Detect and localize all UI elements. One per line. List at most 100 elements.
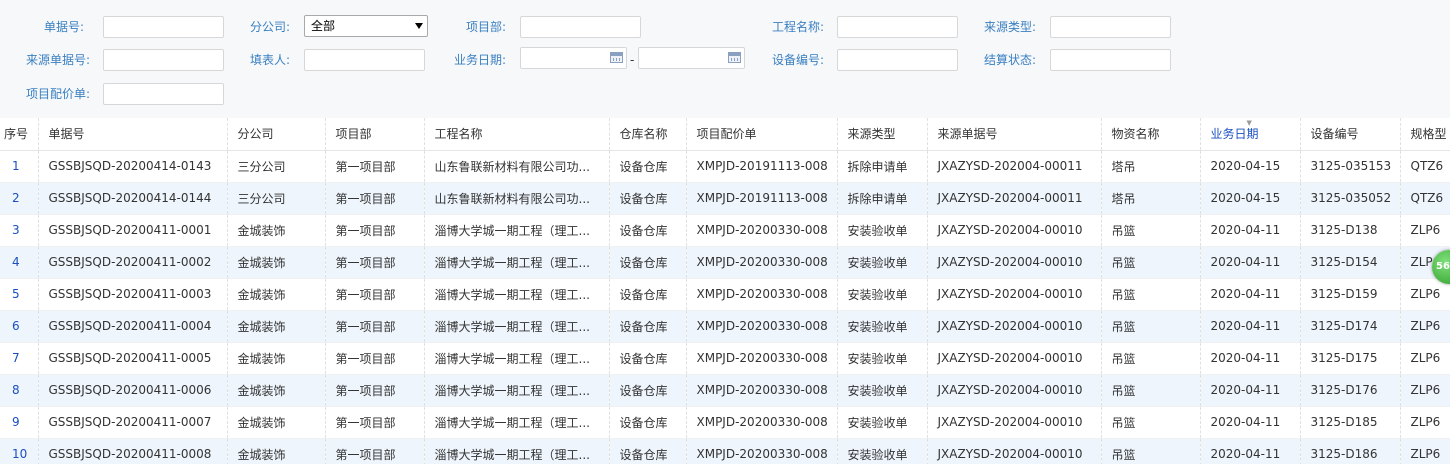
- column-header[interactable]: 仓库名称: [609, 118, 687, 151]
- table-cell: 淄博大学城一期工程（理工...: [424, 246, 610, 279]
- table-cell: 设备仓库: [609, 342, 687, 375]
- table-cell: 第一项目部: [325, 278, 425, 311]
- row-index[interactable]: 5: [0, 278, 39, 311]
- column-header[interactable]: 规格型: [1400, 118, 1450, 151]
- column-header[interactable]: 分公司: [227, 118, 326, 151]
- column-header[interactable]: 项目部: [325, 118, 425, 151]
- table-cell: 第一项目部: [325, 182, 425, 215]
- column-header[interactable]: 序号: [0, 118, 39, 151]
- source-doc-no-input[interactable]: [103, 49, 224, 71]
- table-cell: QTZ6: [1400, 150, 1450, 183]
- column-header[interactable]: 物资名称: [1101, 118, 1201, 151]
- row-index[interactable]: 9: [0, 406, 39, 439]
- price-list-input[interactable]: [103, 83, 224, 105]
- column-header[interactable]: 工程名称: [424, 118, 610, 151]
- column-header[interactable]: 来源单据号: [927, 118, 1102, 151]
- table-cell: 第一项目部: [325, 150, 425, 183]
- doc-no-input[interactable]: [103, 16, 224, 38]
- table-cell: 淄博大学城一期工程（理工...: [424, 438, 610, 464]
- table-cell: 3125-D154: [1300, 246, 1401, 279]
- table-cell: 设备仓库: [609, 310, 687, 343]
- row-index[interactable]: 3: [0, 214, 39, 247]
- table-cell: XMPJD-20191113-008: [686, 150, 838, 183]
- table-cell: 金城装饰: [227, 438, 326, 464]
- table-cell: 3125-D138: [1300, 214, 1401, 247]
- column-header[interactable]: 设备编号: [1300, 118, 1401, 151]
- settlement-status-input[interactable]: [1050, 49, 1171, 71]
- table-row[interactable]: 2 GSSBJSQD-20200414-0144 三分公司 第一项目部 山东鲁联新材料有…: [0, 182, 1450, 215]
- table-cell: XMPJD-20200330-008: [686, 278, 838, 311]
- table-cell: JXAZYSD-202004-00011: [927, 150, 1102, 183]
- table-cell: 设备仓库: [609, 438, 687, 464]
- table-cell: QTZ6: [1400, 182, 1450, 215]
- table-cell: 金城装饰: [227, 406, 326, 439]
- row-index[interactable]: 10: [0, 438, 39, 464]
- table-cell: 第一项目部: [325, 310, 425, 343]
- table-cell: 3125-D185: [1300, 406, 1401, 439]
- table-row[interactable]: 3 GSSBJSQD-20200411-0001 金城装饰 第一项目部 淄博大学城一期工…: [0, 214, 1450, 247]
- table-row[interactable]: 8 GSSBJSQD-20200411-0006 金城装饰 第一项目部 淄博大学城一期工…: [0, 374, 1450, 407]
- project-dept-label: 项目部:: [465, 20, 506, 34]
- table-cell: 吊篮: [1101, 374, 1201, 407]
- table-cell: 吊篮: [1101, 278, 1201, 311]
- table-cell: 设备仓库: [609, 182, 687, 215]
- column-header[interactable]: 业务日期 ▼: [1200, 118, 1301, 151]
- filler-input[interactable]: [304, 49, 425, 71]
- row-index[interactable]: 6: [0, 310, 39, 343]
- table-cell: GSSBJSQD-20200414-0143: [38, 150, 228, 183]
- table-row[interactable]: 5 GSSBJSQD-20200411-0003 金城装饰 第一项目部 淄博大学城一期工…: [0, 278, 1450, 311]
- project-name-input[interactable]: [837, 16, 958, 38]
- sort-indicator-icon: ▼: [1246, 119, 1252, 127]
- table-row[interactable]: 6 GSSBJSQD-20200411-0004 金城装饰 第一项目部 淄博大学城一期工…: [0, 310, 1450, 343]
- table-cell: GSSBJSQD-20200411-0007: [38, 406, 228, 439]
- table-cell: XMPJD-20191113-008: [686, 182, 838, 215]
- branch-select[interactable]: 全部: [304, 15, 428, 37]
- table-cell: 金城装饰: [227, 214, 326, 247]
- doc-no-label: 单据号:: [43, 20, 84, 34]
- table-cell: 山东鲁联新材料有限公司功...: [424, 150, 610, 183]
- row-index[interactable]: 2: [0, 182, 39, 215]
- table-row[interactable]: 7 GSSBJSQD-20200411-0005 金城装饰 第一项目部 淄博大学城一期工…: [0, 342, 1450, 375]
- table-cell: 2020-04-11: [1200, 438, 1301, 464]
- row-index[interactable]: 1: [0, 150, 39, 183]
- equipment-no-label: 设备编号:: [771, 53, 824, 67]
- table-cell: 第一项目部: [325, 406, 425, 439]
- source-type-input[interactable]: [1050, 16, 1171, 38]
- table-cell: 3125-D176: [1300, 374, 1401, 407]
- business-date-to[interactable]: [638, 47, 745, 69]
- source-doc-no-label: 来源单据号:: [25, 53, 90, 67]
- table-cell: 山东鲁联新材料有限公司功...: [424, 182, 610, 215]
- project-name-label: 工程名称:: [771, 20, 824, 34]
- row-index[interactable]: 7: [0, 342, 39, 375]
- project-dept-input[interactable]: [520, 16, 641, 38]
- row-index[interactable]: 4: [0, 246, 39, 279]
- table-cell: 2020-04-11: [1200, 310, 1301, 343]
- column-header[interactable]: 项目配价单: [686, 118, 838, 151]
- business-date-from[interactable]: [520, 47, 627, 69]
- table-cell: 金城装饰: [227, 374, 326, 407]
- column-header[interactable]: 单据号: [38, 118, 228, 151]
- table-cell: 金城装饰: [227, 310, 326, 343]
- table-row[interactable]: 10 GSSBJSQD-20200411-0008 金城装饰 第一项目部 淄博大学城一期…: [0, 438, 1450, 464]
- calendar-icon[interactable]: [728, 52, 741, 63]
- table-cell: 第一项目部: [325, 214, 425, 247]
- equipment-no-input[interactable]: [837, 49, 958, 71]
- table-cell: XMPJD-20200330-008: [686, 310, 838, 343]
- table-cell: GSSBJSQD-20200411-0003: [38, 278, 228, 311]
- table-cell: 三分公司: [227, 182, 326, 215]
- table-row[interactable]: 4 GSSBJSQD-20200411-0002 金城装饰 第一项目部 淄博大学城一期工…: [0, 246, 1450, 279]
- date-range-separator: -: [630, 53, 635, 67]
- table-cell: XMPJD-20200330-008: [686, 214, 838, 247]
- row-index[interactable]: 8: [0, 374, 39, 407]
- table-row[interactable]: 9 GSSBJSQD-20200411-0007 金城装饰 第一项目部 淄博大学城一期工…: [0, 406, 1450, 439]
- table-cell: JXAZYSD-202004-00010: [927, 246, 1102, 279]
- table-cell: 安装验收单: [837, 310, 928, 343]
- table-cell: 塔吊: [1101, 150, 1201, 183]
- calendar-icon[interactable]: [610, 52, 623, 63]
- table-cell: XMPJD-20200330-008: [686, 374, 838, 407]
- table-cell: 淄博大学城一期工程（理工...: [424, 310, 610, 343]
- table-cell: 淄博大学城一期工程（理工...: [424, 278, 610, 311]
- branch-select-value: 全部: [311, 19, 336, 33]
- table-row[interactable]: 1 GSSBJSQD-20200414-0143 三分公司 第一项目部 山东鲁联新材料有…: [0, 150, 1450, 183]
- column-header[interactable]: 来源类型: [837, 118, 928, 151]
